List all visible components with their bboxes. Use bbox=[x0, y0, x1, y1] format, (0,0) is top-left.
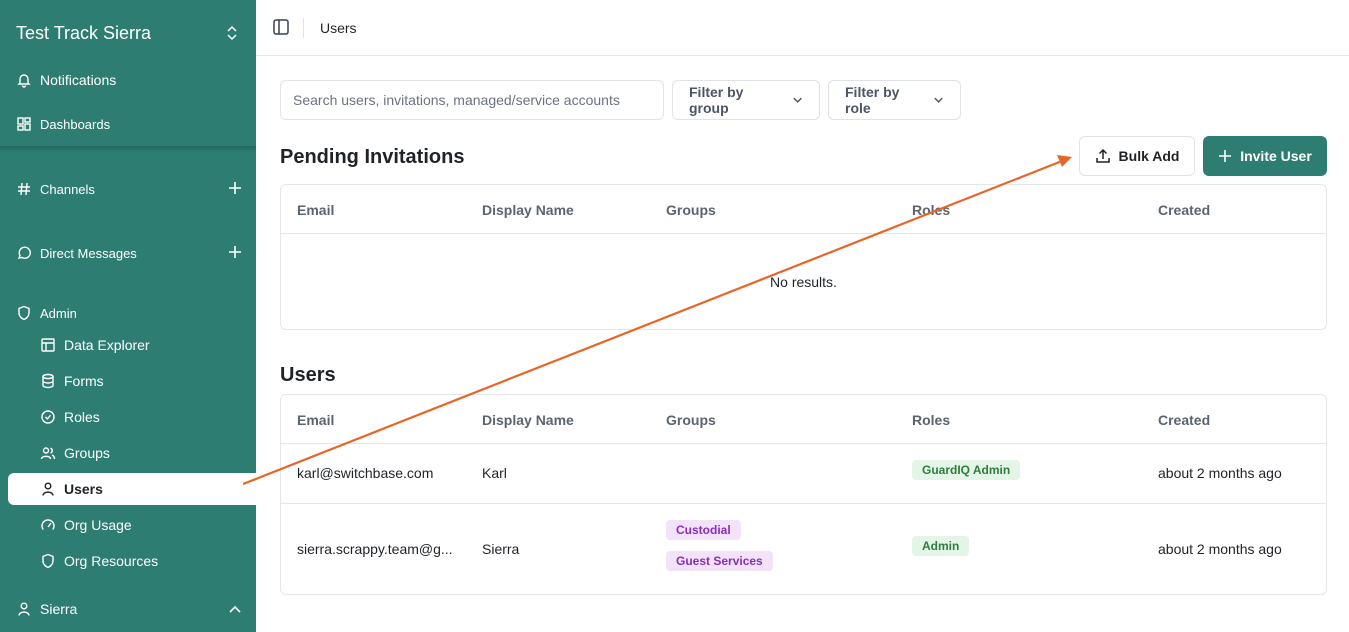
chevron-up-down-icon bbox=[227, 25, 237, 41]
search-input[interactable] bbox=[280, 80, 664, 120]
sidebar-item-notifications[interactable]: Notifications bbox=[8, 64, 256, 96]
filter-by-role-dropdown[interactable]: Filter by role bbox=[828, 80, 961, 120]
sidebar-item-org-resources[interactable]: Org Resources bbox=[8, 545, 256, 577]
column-header-roles[interactable]: Roles bbox=[912, 412, 950, 428]
sidebar-item-label: Users bbox=[64, 481, 103, 497]
chevron-down-icon bbox=[793, 97, 802, 103]
user-display-name: Sierra bbox=[482, 541, 520, 557]
sidebar-item-direct-messages[interactable]: Direct Messages bbox=[8, 237, 256, 269]
sidebar-user-name: Sierra bbox=[40, 601, 78, 617]
column-header-email[interactable]: Email bbox=[297, 412, 334, 428]
invite-user-button[interactable]: Invite User bbox=[1203, 136, 1327, 176]
user-icon bbox=[16, 601, 32, 617]
filter-by-role-label: Filter by role bbox=[845, 84, 900, 116]
org-switcher[interactable]: Test Track Sierra bbox=[0, 14, 256, 52]
group-badge: Custodial bbox=[666, 520, 741, 540]
sidebar-item-label: Notifications bbox=[40, 72, 117, 88]
shield-icon bbox=[40, 553, 56, 569]
top-bar: Users bbox=[256, 0, 1349, 56]
sidebar-item-data-explorer[interactable]: Data Explorer bbox=[8, 329, 256, 361]
column-header-display-name[interactable]: Display Name bbox=[482, 202, 574, 218]
sidebar-item-label: Channels bbox=[40, 181, 95, 197]
users-table: Email Display Name Groups Roles Created … bbox=[280, 394, 1327, 595]
column-header-groups[interactable]: Groups bbox=[666, 202, 716, 218]
invite-user-label: Invite User bbox=[1240, 148, 1312, 164]
column-header-groups[interactable]: Groups bbox=[666, 412, 716, 428]
column-header-email[interactable]: Email bbox=[297, 202, 334, 218]
group-badge: Guest Services bbox=[666, 551, 773, 571]
sidebar-item-org-usage[interactable]: Org Usage bbox=[8, 509, 256, 541]
gauge-icon bbox=[40, 517, 56, 533]
sidebar-item-label: Dashboards bbox=[40, 116, 111, 132]
user-created: about 2 months ago bbox=[1158, 465, 1282, 481]
sidebar-item-channels[interactable]: Channels bbox=[8, 173, 256, 205]
pending-invitations-table: Email Display Name Groups Roles Created … bbox=[280, 184, 1327, 330]
shield-icon bbox=[16, 305, 32, 321]
sidebar-item-forms[interactable]: Forms bbox=[8, 365, 256, 397]
users-icon bbox=[40, 445, 56, 461]
add-channel-icon[interactable] bbox=[228, 181, 242, 195]
user-icon bbox=[40, 481, 56, 497]
hash-icon bbox=[16, 181, 32, 197]
sidebar-divider bbox=[0, 146, 256, 152]
sidebar-item-admin[interactable]: Admin bbox=[8, 297, 256, 329]
org-name: Test Track Sierra bbox=[16, 22, 152, 43]
add-message-icon[interactable] bbox=[228, 245, 242, 259]
bulk-add-button[interactable]: Bulk Add bbox=[1079, 136, 1195, 176]
table-row[interactable]: sierra.scrappy.team@g... Sierra Custodia… bbox=[281, 504, 1326, 594]
sidebar-item-dashboards[interactable]: Dashboards bbox=[8, 108, 256, 140]
table-header: Email Display Name Groups Roles Created bbox=[281, 395, 1326, 444]
sidebar-item-label: Roles bbox=[64, 409, 100, 425]
sidebar-item-label: Groups bbox=[64, 445, 110, 461]
empty-state-text: No results. bbox=[770, 274, 837, 290]
check-circle-icon bbox=[40, 409, 56, 425]
user-email: sierra.scrappy.team@g... bbox=[297, 541, 453, 557]
column-header-roles[interactable]: Roles bbox=[912, 202, 950, 218]
plus-icon bbox=[1219, 150, 1232, 162]
sidebar-user-menu[interactable]: Sierra bbox=[8, 593, 256, 625]
sidebar-toggle-icon[interactable] bbox=[272, 18, 290, 36]
users-section-title: Users bbox=[280, 364, 336, 386]
sidebar-item-label: Direct Messages bbox=[40, 245, 137, 261]
database-icon bbox=[40, 373, 56, 389]
chevron-up-icon bbox=[229, 605, 241, 613]
sidebar-item-label: Org Usage bbox=[64, 517, 132, 533]
role-badge: GuardIQ Admin bbox=[912, 460, 1021, 480]
filter-by-group-dropdown[interactable]: Filter by group bbox=[672, 80, 820, 120]
upload-icon bbox=[1095, 148, 1110, 163]
sidebar-item-label: Org Resources bbox=[64, 553, 159, 569]
column-header-created[interactable]: Created bbox=[1158, 412, 1210, 428]
message-circle-icon bbox=[16, 245, 32, 261]
sidebar-item-label: Data Explorer bbox=[64, 337, 150, 353]
bell-icon bbox=[16, 72, 32, 88]
table-row[interactable]: karl@switchbase.com Karl GuardIQ Admin a… bbox=[281, 444, 1326, 504]
dashboard-icon bbox=[16, 116, 32, 132]
role-badge: Admin bbox=[912, 536, 970, 556]
table-header: Email Display Name Groups Roles Created bbox=[281, 185, 1326, 234]
sidebar-item-roles[interactable]: Roles bbox=[8, 401, 256, 433]
pending-invitations-title: Pending Invitations bbox=[280, 146, 465, 168]
column-header-created[interactable]: Created bbox=[1158, 202, 1210, 218]
sidebar-item-groups[interactable]: Groups bbox=[8, 437, 256, 469]
sidebar: Test Track Sierra Notifications Dashboar… bbox=[0, 0, 256, 632]
page-title: Users bbox=[320, 20, 357, 36]
user-display-name: Karl bbox=[482, 465, 507, 481]
header-divider bbox=[303, 18, 304, 38]
sidebar-item-label: Admin bbox=[40, 305, 77, 321]
column-header-display-name[interactable]: Display Name bbox=[482, 412, 574, 428]
user-created: about 2 months ago bbox=[1158, 541, 1282, 557]
bulk-add-label: Bulk Add bbox=[1118, 148, 1180, 164]
chevron-down-icon bbox=[934, 97, 943, 103]
filter-by-group-label: Filter by group bbox=[689, 84, 744, 116]
sidebar-item-users[interactable]: Users bbox=[8, 473, 256, 505]
empty-row: No results. bbox=[281, 234, 1326, 329]
user-email: karl@switchbase.com bbox=[297, 465, 434, 481]
table-icon bbox=[40, 337, 56, 353]
sidebar-item-label: Forms bbox=[64, 373, 104, 389]
